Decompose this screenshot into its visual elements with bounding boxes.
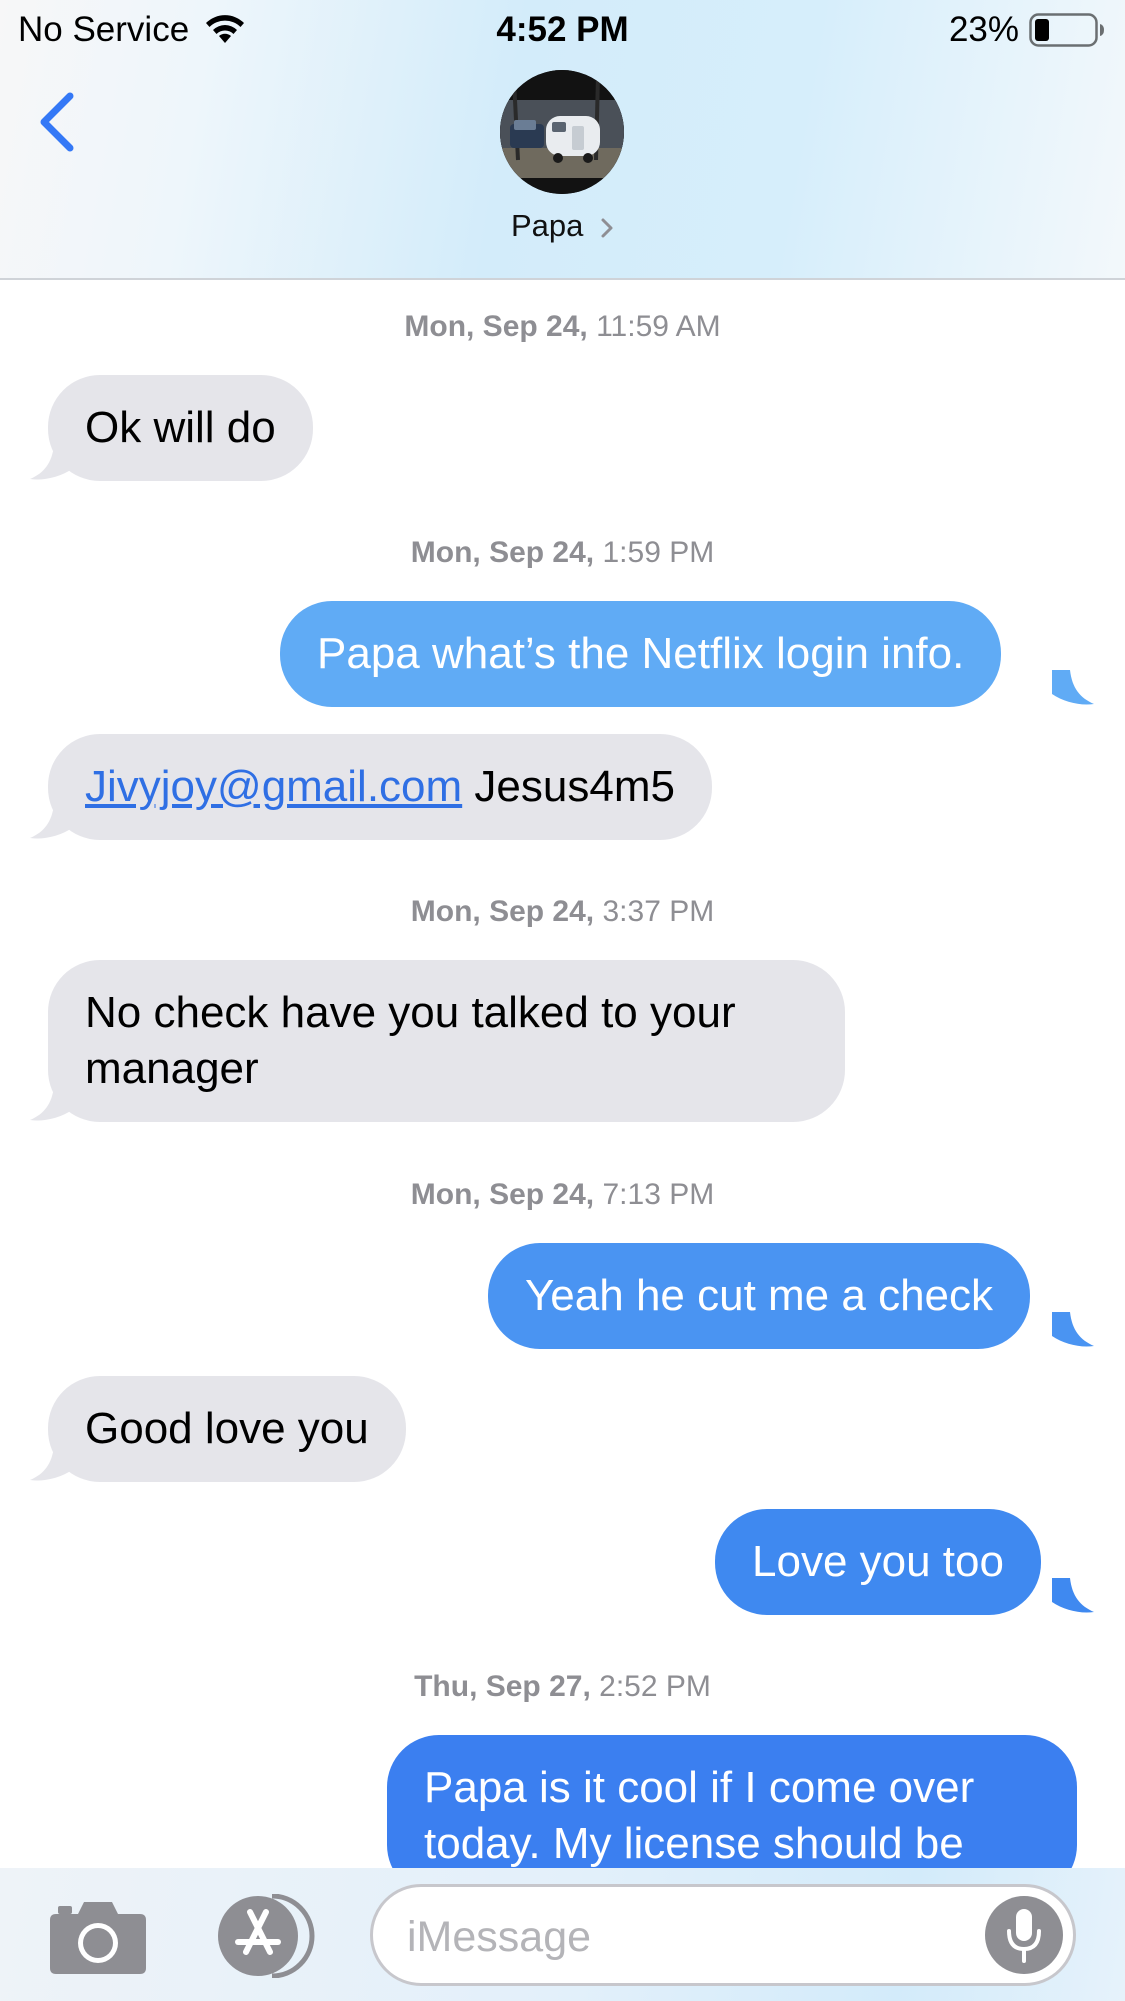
message-bubble: Good love you (48, 1376, 406, 1482)
message-line: manager (85, 1044, 259, 1093)
camera-button[interactable] (48, 1896, 148, 1976)
camper-photo-icon (500, 70, 624, 194)
timestamp-day: Mon, Sep 24, (410, 536, 595, 569)
timestamp-time: 1:59 PM (602, 536, 715, 569)
back-button[interactable] (26, 82, 86, 162)
message-bubble: No check have you talked to your manager (48, 960, 845, 1122)
message-bubble: Ok will do (48, 375, 313, 481)
timestamp-time: 3:37 PM (602, 895, 715, 928)
timestamp: Thu, Sep 27, 2:52 PM (0, 1670, 1125, 1704)
camera-icon (50, 1902, 146, 1974)
contact-name-button[interactable]: Papa (0, 208, 1125, 244)
conversation-header: No Service 4:52 PM 23% Papa (0, 0, 1125, 280)
timestamp-day: Mon, Sep 24, (404, 310, 588, 343)
message-composer (0, 1868, 1125, 2001)
contact-name-label: Papa (510, 208, 584, 243)
timestamp: Mon, Sep 24, 1:59 PM (0, 536, 1125, 570)
timestamp: Mon, Sep 24, 11:59 AM (0, 310, 1125, 344)
message-text: Jesus4m5 (474, 762, 675, 811)
timestamp-day: Mon, Sep 24, (410, 895, 595, 928)
timestamp-day: Mon, Sep 24, (410, 1178, 595, 1211)
timestamp-time: 2:52 PM (599, 1670, 711, 1703)
bubble-tail (1052, 1312, 1094, 1347)
bubble-tail (1052, 1578, 1094, 1613)
chevron-left-icon (40, 92, 74, 152)
status-battery-group: 23% (949, 10, 1105, 50)
app-store-icon (218, 1893, 315, 1979)
timestamp: Mon, Sep 24, 3:37 PM (0, 895, 1125, 929)
battery-icon (1029, 12, 1105, 48)
contact-avatar[interactable] (500, 70, 624, 194)
message-line: today. My license should be (424, 1819, 964, 1868)
message-bubble: Yeah he cut me a check (488, 1243, 1031, 1349)
message-bubble: Love you too (715, 1509, 1041, 1615)
message-bubble: Jivyjoy@gmail.com Jesus4m5 (48, 734, 712, 840)
imessage-field[interactable] (370, 1884, 1076, 1986)
message-line: No check have you talked to your (85, 988, 736, 1037)
timestamp-day: Thu, Sep 27, (414, 1670, 591, 1703)
timestamp-time: 11:59 AM (596, 310, 721, 343)
bubble-tail (1052, 670, 1094, 705)
timestamp-time: 7:13 PM (602, 1178, 715, 1211)
battery-percent: 23% (948, 10, 1019, 49)
message-input[interactable] (407, 1911, 967, 1963)
email-link[interactable]: Jivyjoy@gmail.com (85, 762, 462, 811)
chevron-right-icon (601, 218, 613, 238)
timestamp: Mon, Sep 24, 7:13 PM (0, 1178, 1125, 1212)
message-bubble: Papa what’s the Netflix login info. (280, 601, 1002, 707)
microphone-button[interactable] (985, 1896, 1063, 1974)
microphone-icon (1007, 1909, 1041, 1963)
app-store-button[interactable] (210, 1893, 320, 1979)
message-line: Papa is it cool if I come over (424, 1763, 975, 1812)
